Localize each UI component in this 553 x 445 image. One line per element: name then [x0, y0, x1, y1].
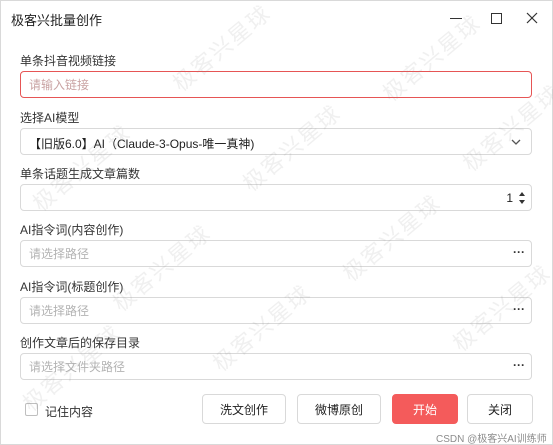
stepper-arrows-icon[interactable] [517, 188, 527, 208]
close-icon [526, 12, 538, 24]
csdn-credit: CSDN @极客兴AI训练师 [436, 434, 547, 445]
model-select[interactable]: 【旧版6.0】AI（Claude-3-Opus-唯一真神) [20, 128, 532, 155]
start-button[interactable]: 开始 [392, 394, 458, 424]
link-label: 单条抖音视频链接 [20, 54, 117, 68]
article-count-label: 单条话题生成文章篇数 [20, 167, 141, 181]
close-window-button[interactable] [517, 5, 547, 31]
browse-content-prompt-button[interactable]: ··· [513, 245, 525, 259]
remember-label[interactable]: 记住内容 [45, 403, 93, 420]
model-label: 选择AI模型 [20, 111, 80, 125]
remember-checkbox[interactable] [25, 403, 38, 416]
close-button[interactable]: 关闭 [467, 394, 533, 424]
save-dir-path-box[interactable]: ··· [20, 353, 532, 380]
content-prompt-label: AI指令词(内容创作) [20, 223, 124, 237]
weibo-original-button[interactable]: 微博原创 [297, 394, 381, 424]
chevron-down-icon [511, 139, 521, 145]
model-selected-value: 【旧版6.0】AI（Claude-3-Opus-唯一真神) [29, 137, 255, 151]
title-prompt-path-box[interactable]: ··· [20, 297, 532, 324]
minimize-icon [450, 17, 462, 19]
link-input[interactable] [29, 76, 489, 94]
browse-title-prompt-button[interactable]: ··· [513, 302, 525, 316]
wash-create-button[interactable]: 洗文创作 [202, 394, 286, 424]
save-dir-label: 创作文章后的保存目录 [20, 336, 141, 350]
article-count-stepper[interactable]: 1 [20, 184, 532, 211]
title-bar[interactable]: 极客兴批量创作 [1, 1, 553, 35]
save-dir-path-input[interactable] [29, 358, 489, 376]
maximize-button[interactable] [481, 5, 511, 31]
article-count-value: 1 [506, 191, 513, 205]
minimize-button[interactable] [441, 5, 471, 31]
title-prompt-label: AI指令词(标题创作) [20, 280, 124, 294]
content-prompt-path-input[interactable] [29, 245, 489, 263]
link-input-box[interactable] [20, 71, 532, 98]
window-title: 极客兴批量创作 [11, 13, 103, 28]
batch-creation-window: 极客兴批量创作 单条抖音视频链接 选择AI模型 【旧版6.0】AI（Claude… [0, 0, 553, 445]
content-prompt-path-box[interactable]: ··· [20, 240, 532, 267]
maximize-icon [490, 12, 502, 24]
browse-save-dir-button[interactable]: ··· [513, 358, 525, 372]
title-prompt-path-input[interactable] [29, 302, 489, 320]
